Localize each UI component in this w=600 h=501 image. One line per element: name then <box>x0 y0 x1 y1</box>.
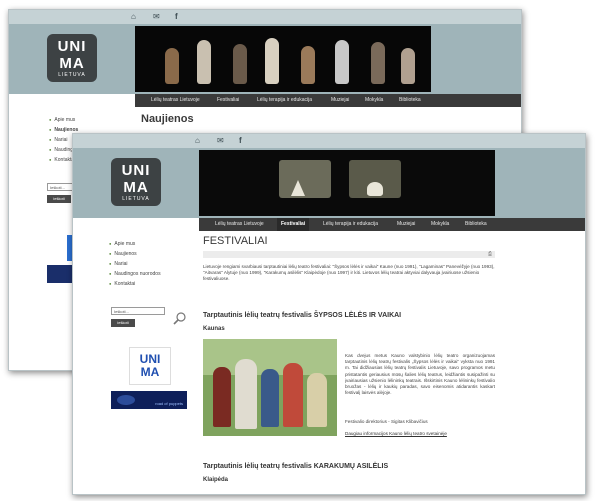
header-banner-image <box>199 150 495 216</box>
magnifier-icon[interactable] <box>173 311 187 325</box>
festival-description: Kas dvejus metus Kauno valstybinio lėlių… <box>345 353 495 396</box>
festival-heading: Tarptautinis lėlių teatrų festivalis ŠYP… <box>203 312 402 319</box>
sidebar-item-apie-mus[interactable]: Apie mus <box>109 239 161 249</box>
road-of-puppets-image[interactable] <box>47 265 73 283</box>
page-title: FESTIVALIAI <box>203 235 268 247</box>
nav-item[interactable]: Biblioteka <box>465 218 487 231</box>
sidebar-menu: Apie mus Naujienos Nariai Naudingos nuor… <box>109 239 161 289</box>
nav-item[interactable]: Lėlių terapija ir edukacija <box>257 94 312 107</box>
nav-item[interactable]: Lėlių teatras Lietuvoje <box>151 94 200 107</box>
toolbar-strip: ⎙ <box>203 251 495 258</box>
nav-item-active[interactable]: Festivaliai <box>277 218 310 231</box>
city-heading: Kaunas <box>203 326 225 332</box>
facebook-icon[interactable]: f <box>239 136 242 146</box>
intro-paragraph: Lietuvoje rengiami svarbiausi tarptautin… <box>203 264 495 282</box>
nav-item[interactable]: Muziejai <box>397 218 415 231</box>
front-window: ⌂ ✉ f UNI MA LIETUVA Lėlių teatras Lietu… <box>72 133 586 495</box>
nav-item[interactable]: Festivaliai <box>217 94 239 107</box>
main-content: FESTIVALIAI ⎙ Lietuvoje rengiami svarbia… <box>199 231 585 494</box>
unima-logo[interactable]: UNI MA LIETUVA <box>47 34 97 82</box>
unima-logo[interactable]: UNI MA LIETUVA <box>111 158 161 206</box>
nav-item[interactable]: Mokykla <box>431 218 449 231</box>
header: UNI MA LIETUVA <box>9 24 521 94</box>
page-title: Naujienos <box>141 113 194 125</box>
nav-item[interactable]: Biblioteka <box>399 94 421 107</box>
sidebar: Apie mus Naujienos Nariai Naudingos nuor… <box>73 231 199 494</box>
home-icon[interactable]: ⌂ <box>131 12 136 22</box>
sidebar-item-nariai[interactable]: Nariai <box>109 259 161 269</box>
header-banner-image <box>135 26 431 92</box>
mail-icon[interactable]: ✉ <box>217 136 224 146</box>
main-nav: Lėlių teatras Lietuvoje Festivaliai Lėli… <box>199 218 585 231</box>
top-bar: ⌂ ✉ f <box>73 134 585 148</box>
home-icon[interactable]: ⌂ <box>195 136 200 146</box>
road-of-puppets-image[interactable]: road of puppets <box>111 391 187 409</box>
sidebar-item-apie-mus[interactable]: Apie mus <box>49 115 78 125</box>
search-input[interactable]: Ieškoti... <box>111 307 165 315</box>
nav-item[interactable]: Muziejai <box>331 94 349 107</box>
main-nav: Lėlių teatras Lietuvoje Festivaliai Lėli… <box>135 94 521 107</box>
search-button[interactable]: ieškoti <box>111 319 135 327</box>
header: UNI MA LIETUVA <box>73 148 585 218</box>
facebook-icon[interactable]: f <box>175 12 178 22</box>
sidebar-item-kontaktai[interactable]: Kontaktai <box>109 279 161 289</box>
festival-photo <box>203 339 337 436</box>
nav-item[interactable]: Lėlių teatras Lietuvoje <box>215 218 264 231</box>
top-bar: ⌂ ✉ f <box>9 10 521 24</box>
city-heading: Klaipėda <box>203 477 229 483</box>
unima-badge-image[interactable]: UNI MA <box>129 347 171 385</box>
festival-info-link[interactable]: Daugiau informacijos Kauno lėlių teatro … <box>345 431 495 437</box>
festival-director: Festivalio direktorius - Sigitas Klibavi… <box>345 419 428 424</box>
print-icon[interactable]: ⎙ <box>488 251 492 258</box>
search-button[interactable]: ieškoti <box>47 195 71 203</box>
nav-item[interactable]: Mokykla <box>365 94 383 107</box>
mail-icon[interactable]: ✉ <box>153 12 160 22</box>
sidebar-item-naujienos[interactable]: Naujienos <box>109 249 161 259</box>
sidebar-item-naudingos-nuorodos[interactable]: Naudingos nuorodos <box>109 269 160 279</box>
nav-item[interactable]: Lėlių terapija ir edukacija <box>323 218 378 231</box>
festival-heading: Tarptautinis lėlių teatrų festivalis KAR… <box>203 463 389 470</box>
